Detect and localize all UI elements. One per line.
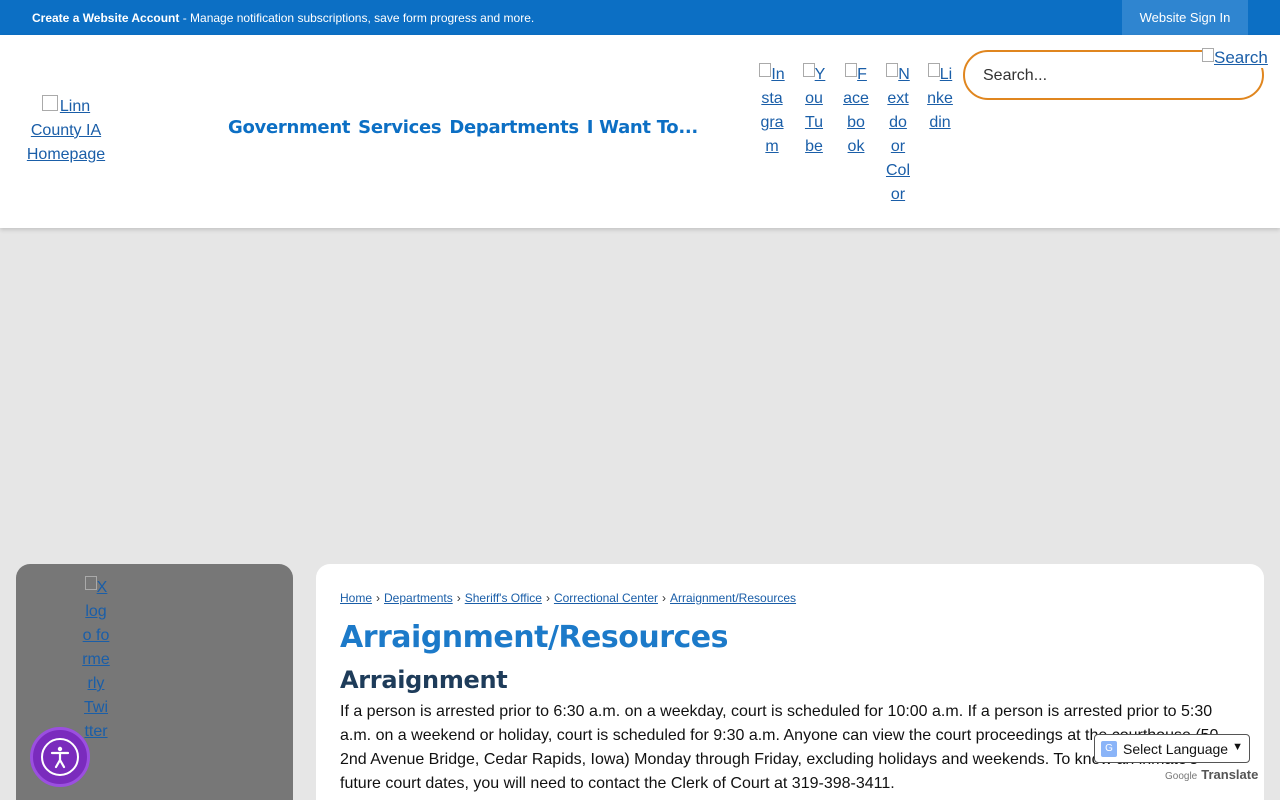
google-translate-icon: G <box>1101 740 1117 757</box>
breadcrumb-departments[interactable]: Departments <box>384 591 453 605</box>
instagram-alt-text: Instagram <box>760 66 785 155</box>
x-logo-alt-text: X logo formerly Twitter <box>82 579 110 740</box>
facebook-alt-text: Facebook <box>843 66 869 155</box>
x-logo-icon <box>84 576 97 590</box>
broken-image-icon <box>41 95 58 111</box>
nav-services[interactable]: Services <box>358 117 441 138</box>
nav-i-want-to[interactable]: I Want To... <box>587 117 698 138</box>
site-header: Linn County IA Homepage Government Servi… <box>0 35 1280 228</box>
translate-wordmark: Translate <box>1201 767 1259 782</box>
google-wordmark: Google <box>1165 771 1198 782</box>
website-sign-in-button[interactable]: Website Sign In <box>1122 0 1248 35</box>
nav-government[interactable]: Government <box>228 117 350 138</box>
create-account-link[interactable]: Create a Website Account - Manage notifi… <box>32 11 534 25</box>
x-twitter-link[interactable]: X logo formerly Twitter <box>82 576 110 744</box>
accessibility-figure <box>50 746 70 769</box>
breadcrumb-separator: › <box>456 591 461 605</box>
linkedin-icon <box>927 63 940 77</box>
page-title: Arraignment/Resources <box>340 620 728 655</box>
instagram-icon <box>759 63 772 77</box>
breadcrumb-home[interactable]: Home <box>340 591 372 605</box>
nextdoor-alt-text: Nextdoor Color <box>885 66 910 203</box>
main-content: Home › Departments › Sheriff's Office › Correc… <box>316 564 1264 800</box>
breadcrumb-separator: › <box>376 591 381 605</box>
powered-by-google-translate[interactable]: Google Translate <box>1165 767 1258 782</box>
logo-alt-text: Linn County IA Homepage <box>26 98 106 163</box>
breadcrumb-correctional-center[interactable]: Correctional Center <box>554 591 658 605</box>
main-navigation: Government Services Departments I Want T… <box>228 117 698 138</box>
create-account-description: - Manage notification subscriptions, sav… <box>179 11 535 25</box>
homepage-logo-link[interactable]: Linn County IA Homepage <box>16 95 116 167</box>
chevron-down-icon: ▼ <box>1232 741 1243 753</box>
youtube-link[interactable]: YouTube <box>801 63 827 159</box>
language-select[interactable]: G Select Language ▼ <box>1094 734 1250 763</box>
breadcrumb-separator: › <box>661 591 666 605</box>
top-account-bar: Create a Website Account - Manage notifi… <box>0 0 1280 35</box>
search-icon <box>1202 48 1214 62</box>
instagram-link[interactable]: Instagram <box>759 63 785 159</box>
section-heading: Arraignment <box>340 666 508 694</box>
youtube-icon <box>802 63 815 77</box>
breadcrumb-arraignment-resources[interactable]: Arraignment/Resources <box>670 591 796 605</box>
nav-departments[interactable]: Departments <box>449 117 579 138</box>
facebook-link[interactable]: Facebook <box>843 63 869 159</box>
facebook-icon <box>845 63 858 77</box>
nextdoor-icon <box>886 63 899 77</box>
linkedin-link[interactable]: Linkedin <box>927 63 953 135</box>
search-input[interactable] <box>983 64 1203 88</box>
accessibility-person-icon <box>41 738 79 776</box>
language-select-label: Select Language <box>1123 740 1229 757</box>
search-button-alt-text: Search <box>1214 48 1268 67</box>
search-button[interactable]: Search <box>1202 48 1268 68</box>
breadcrumb: Home › Departments › Sheriff's Office › Correc… <box>340 591 796 605</box>
breadcrumb-separator: › <box>545 591 550 605</box>
nextdoor-link[interactable]: Nextdoor Color <box>885 63 911 207</box>
create-account-label[interactable]: Create a Website Account <box>32 11 179 25</box>
youtube-alt-text: YouTube <box>804 66 826 155</box>
accessibility-button[interactable] <box>30 727 90 787</box>
breadcrumb-sheriffs-office[interactable]: Sheriff's Office <box>465 591 542 605</box>
